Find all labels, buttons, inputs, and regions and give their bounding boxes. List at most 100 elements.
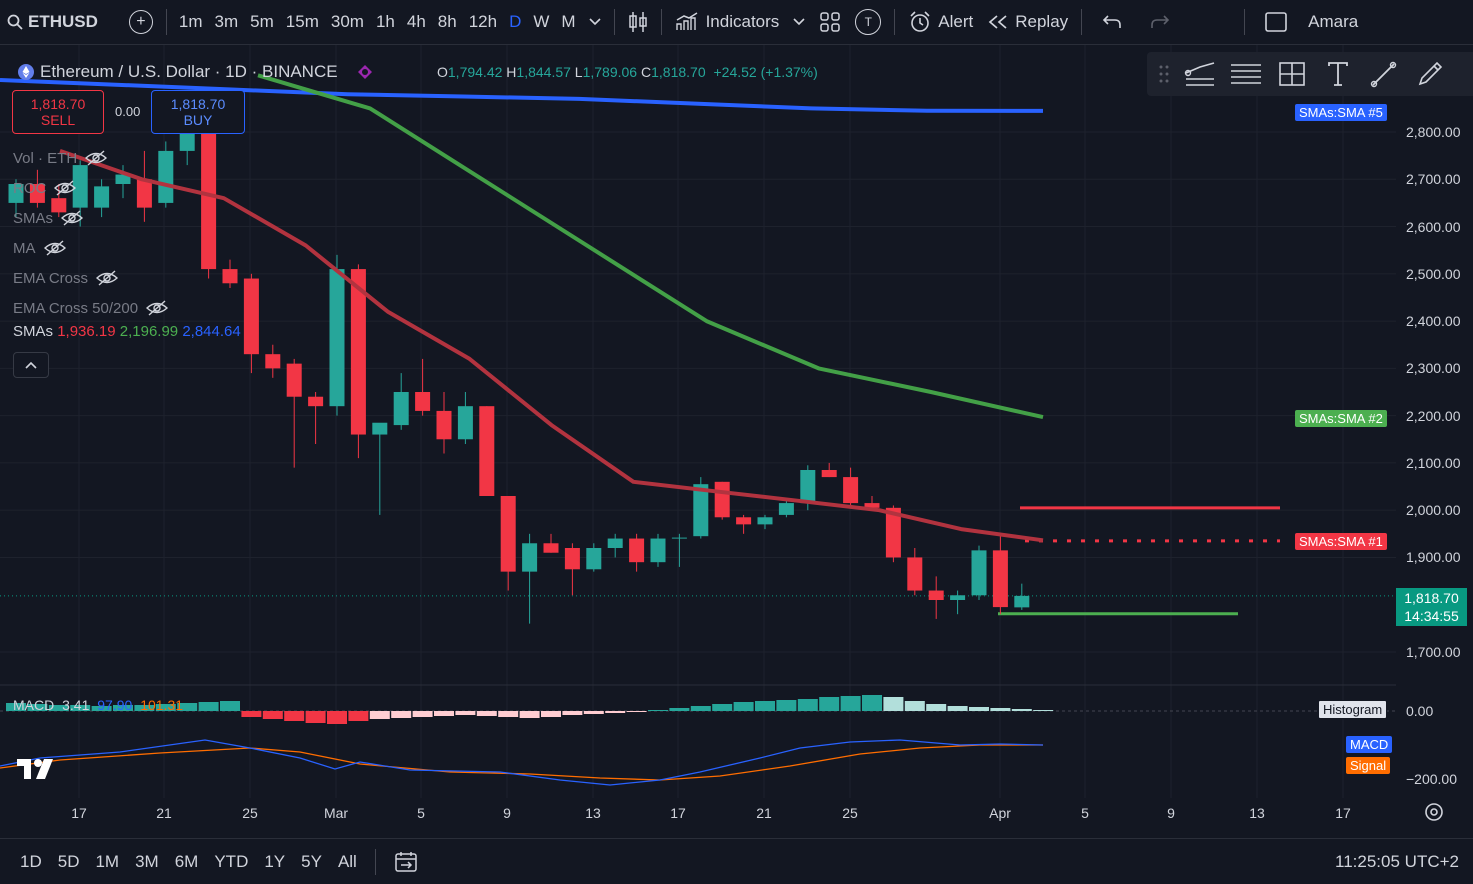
macd-histogram-bar — [412, 711, 433, 717]
close-value: 1,818.70 — [651, 64, 706, 80]
eye-off-icon[interactable] — [61, 210, 84, 226]
eye-off-icon[interactable] — [54, 180, 77, 196]
indicator-row[interactable]: SMAs — [13, 203, 168, 233]
candle-body — [457, 406, 473, 440]
price-scale[interactable]: 2,800.00 2,700.00 2,600.00 2,500.00 2,400.00… — [1396, 45, 1473, 790]
indicator-row[interactable]: EMA Cross — [13, 263, 168, 293]
chevron-up-icon — [25, 361, 37, 369]
macd-legend[interactable]: MACD 3.41 97.90 101.31 — [13, 697, 183, 713]
timeframe-30m[interactable]: 30m — [325, 0, 370, 44]
candle-body — [843, 477, 859, 504]
timeframe-dropdown[interactable] — [582, 0, 608, 44]
macd-histogram-bar — [498, 711, 519, 717]
price-tick: 2,800.00 — [1406, 124, 1461, 140]
alert-button[interactable]: Alert — [901, 0, 980, 44]
candle-body — [222, 269, 238, 284]
macd-line-value: 97.90 — [97, 697, 133, 713]
tradingview-logo — [16, 756, 54, 787]
indicator-row[interactable]: Vol · ETH — [13, 143, 168, 173]
range-5y[interactable]: 5Y — [293, 852, 330, 872]
candle-body — [308, 396, 324, 407]
eye-off-icon[interactable] — [85, 150, 108, 166]
templates-button[interactable]: T — [848, 0, 888, 44]
fib-retracement-icon[interactable] — [1229, 59, 1263, 89]
macd-histogram-bar — [669, 708, 690, 711]
sma5-value: 2,844.64 — [182, 323, 241, 340]
chart-type-button[interactable] — [621, 0, 655, 44]
indicator-row[interactable]: ROC — [13, 173, 168, 203]
collapse-legend-button[interactable] — [13, 352, 49, 378]
range-ytd[interactable]: YTD — [206, 852, 256, 872]
macd-histogram-bar — [776, 700, 797, 711]
time-axis[interactable]: 17 21 25 Mar 5 9 13 17 21 25 Apr 5 9 13 17 — [0, 798, 1396, 828]
chart-settings-button[interactable] — [1422, 800, 1446, 824]
trend-lines-icon[interactable] — [1183, 59, 1217, 89]
drag-handle-icon[interactable] — [1157, 59, 1171, 89]
range-all[interactable]: All — [330, 852, 365, 872]
eye-off-icon[interactable] — [96, 270, 119, 286]
timeframe-5m[interactable]: 5m — [244, 0, 280, 44]
indicator-label: MA — [13, 239, 36, 257]
smas-legend[interactable]: SMAs 1,936.19 2,196.99 2,844.64 — [13, 323, 241, 340]
indicator-row[interactable]: EMA Cross 50/200 — [13, 293, 169, 323]
indicator-label: SMAs — [13, 209, 54, 227]
macd-badge: MACD — [1346, 736, 1393, 753]
replay-button[interactable]: Replay — [980, 0, 1075, 44]
eye-off-icon[interactable] — [43, 240, 66, 256]
macd-histogram-bar — [926, 704, 947, 711]
timeframe-d[interactable]: D — [503, 0, 527, 44]
compare-button[interactable]: + — [105, 0, 160, 44]
buy-button[interactable]: 1,818.70 BUY — [151, 90, 245, 134]
histogram-badge: Histogram — [1318, 700, 1388, 719]
date-range-button[interactable] — [382, 840, 425, 884]
timeframe-12h[interactable]: 12h — [463, 0, 503, 44]
macd-pane — [0, 695, 1396, 786]
indicators-icon — [675, 12, 697, 30]
timeframe-3m[interactable]: 3m — [209, 0, 245, 44]
range-1d[interactable]: 1D — [12, 852, 50, 872]
price-chart[interactable] — [0, 45, 1396, 798]
fullscreen-button[interactable] — [1251, 0, 1301, 44]
gear-icon — [1425, 803, 1443, 821]
range-3m[interactable]: 3M — [127, 852, 167, 872]
eye-off-icon[interactable] — [146, 300, 169, 316]
user-menu[interactable]: Amara — [1301, 0, 1365, 44]
indicators-button[interactable]: Indicators — [668, 0, 787, 44]
timeframe-w[interactable]: W — [527, 0, 555, 44]
macd-histogram-bar — [690, 706, 711, 711]
candle-body — [329, 269, 345, 407]
text-tool-icon[interactable] — [1321, 59, 1355, 89]
indicators-dropdown[interactable] — [786, 0, 812, 44]
time-label: 17 — [71, 805, 87, 821]
timeframe-1h[interactable]: 1h — [370, 0, 401, 44]
range-6m[interactable]: 6M — [167, 852, 207, 872]
redo-button[interactable] — [1136, 0, 1184, 44]
macd-histogram-bar — [797, 699, 818, 711]
timeframe-15m[interactable]: 15m — [280, 0, 325, 44]
chevron-down-icon — [793, 18, 805, 26]
sell-button[interactable]: 1,818.70 SELL — [12, 90, 104, 134]
sell-price: 1,818.70 — [30, 96, 86, 112]
layouts-button[interactable] — [812, 0, 848, 44]
macd-histogram-bar — [434, 711, 454, 716]
undo-button[interactable] — [1088, 0, 1136, 44]
time-label: 17 — [670, 805, 686, 821]
range-5d[interactable]: 5D — [50, 852, 88, 872]
indicator-row[interactable]: MA — [13, 233, 168, 263]
sma1-value: 1,936.19 — [57, 323, 116, 340]
range-1y[interactable]: 1Y — [256, 852, 293, 872]
timeframe-4h[interactable]: 4h — [401, 0, 432, 44]
timeframe-8h[interactable]: 8h — [432, 0, 463, 44]
macd-histogram-bar — [990, 708, 1011, 711]
range-1m[interactable]: 1M — [87, 852, 127, 872]
indicator-label: ROC — [13, 179, 47, 197]
macd-histogram-bar — [476, 711, 497, 716]
alarm-clock-icon — [910, 11, 930, 32]
symbol-search[interactable]: ETHUSD — [0, 0, 105, 44]
timeframe-1m[interactable]: 1m — [173, 0, 209, 44]
symbol-legend[interactable]: Ethereum / U.S. Dollar · 1D · BINANCE — [18, 62, 374, 82]
timeframe-m[interactable]: M — [555, 0, 581, 44]
horizontal-lines — [998, 506, 1280, 616]
clock[interactable]: 11:25:05 UTC+2 — [1335, 839, 1459, 884]
projection-icon[interactable] — [1275, 59, 1309, 89]
